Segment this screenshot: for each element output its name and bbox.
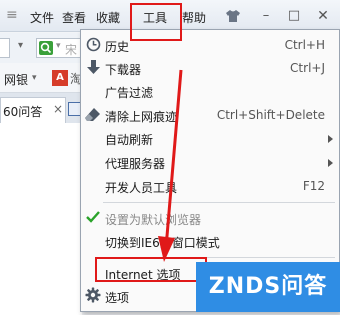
watermark-logo: ZNDS问答 bbox=[196, 262, 340, 312]
red-arrow-head bbox=[158, 236, 175, 262]
red-arrow-line bbox=[164, 69, 183, 249]
